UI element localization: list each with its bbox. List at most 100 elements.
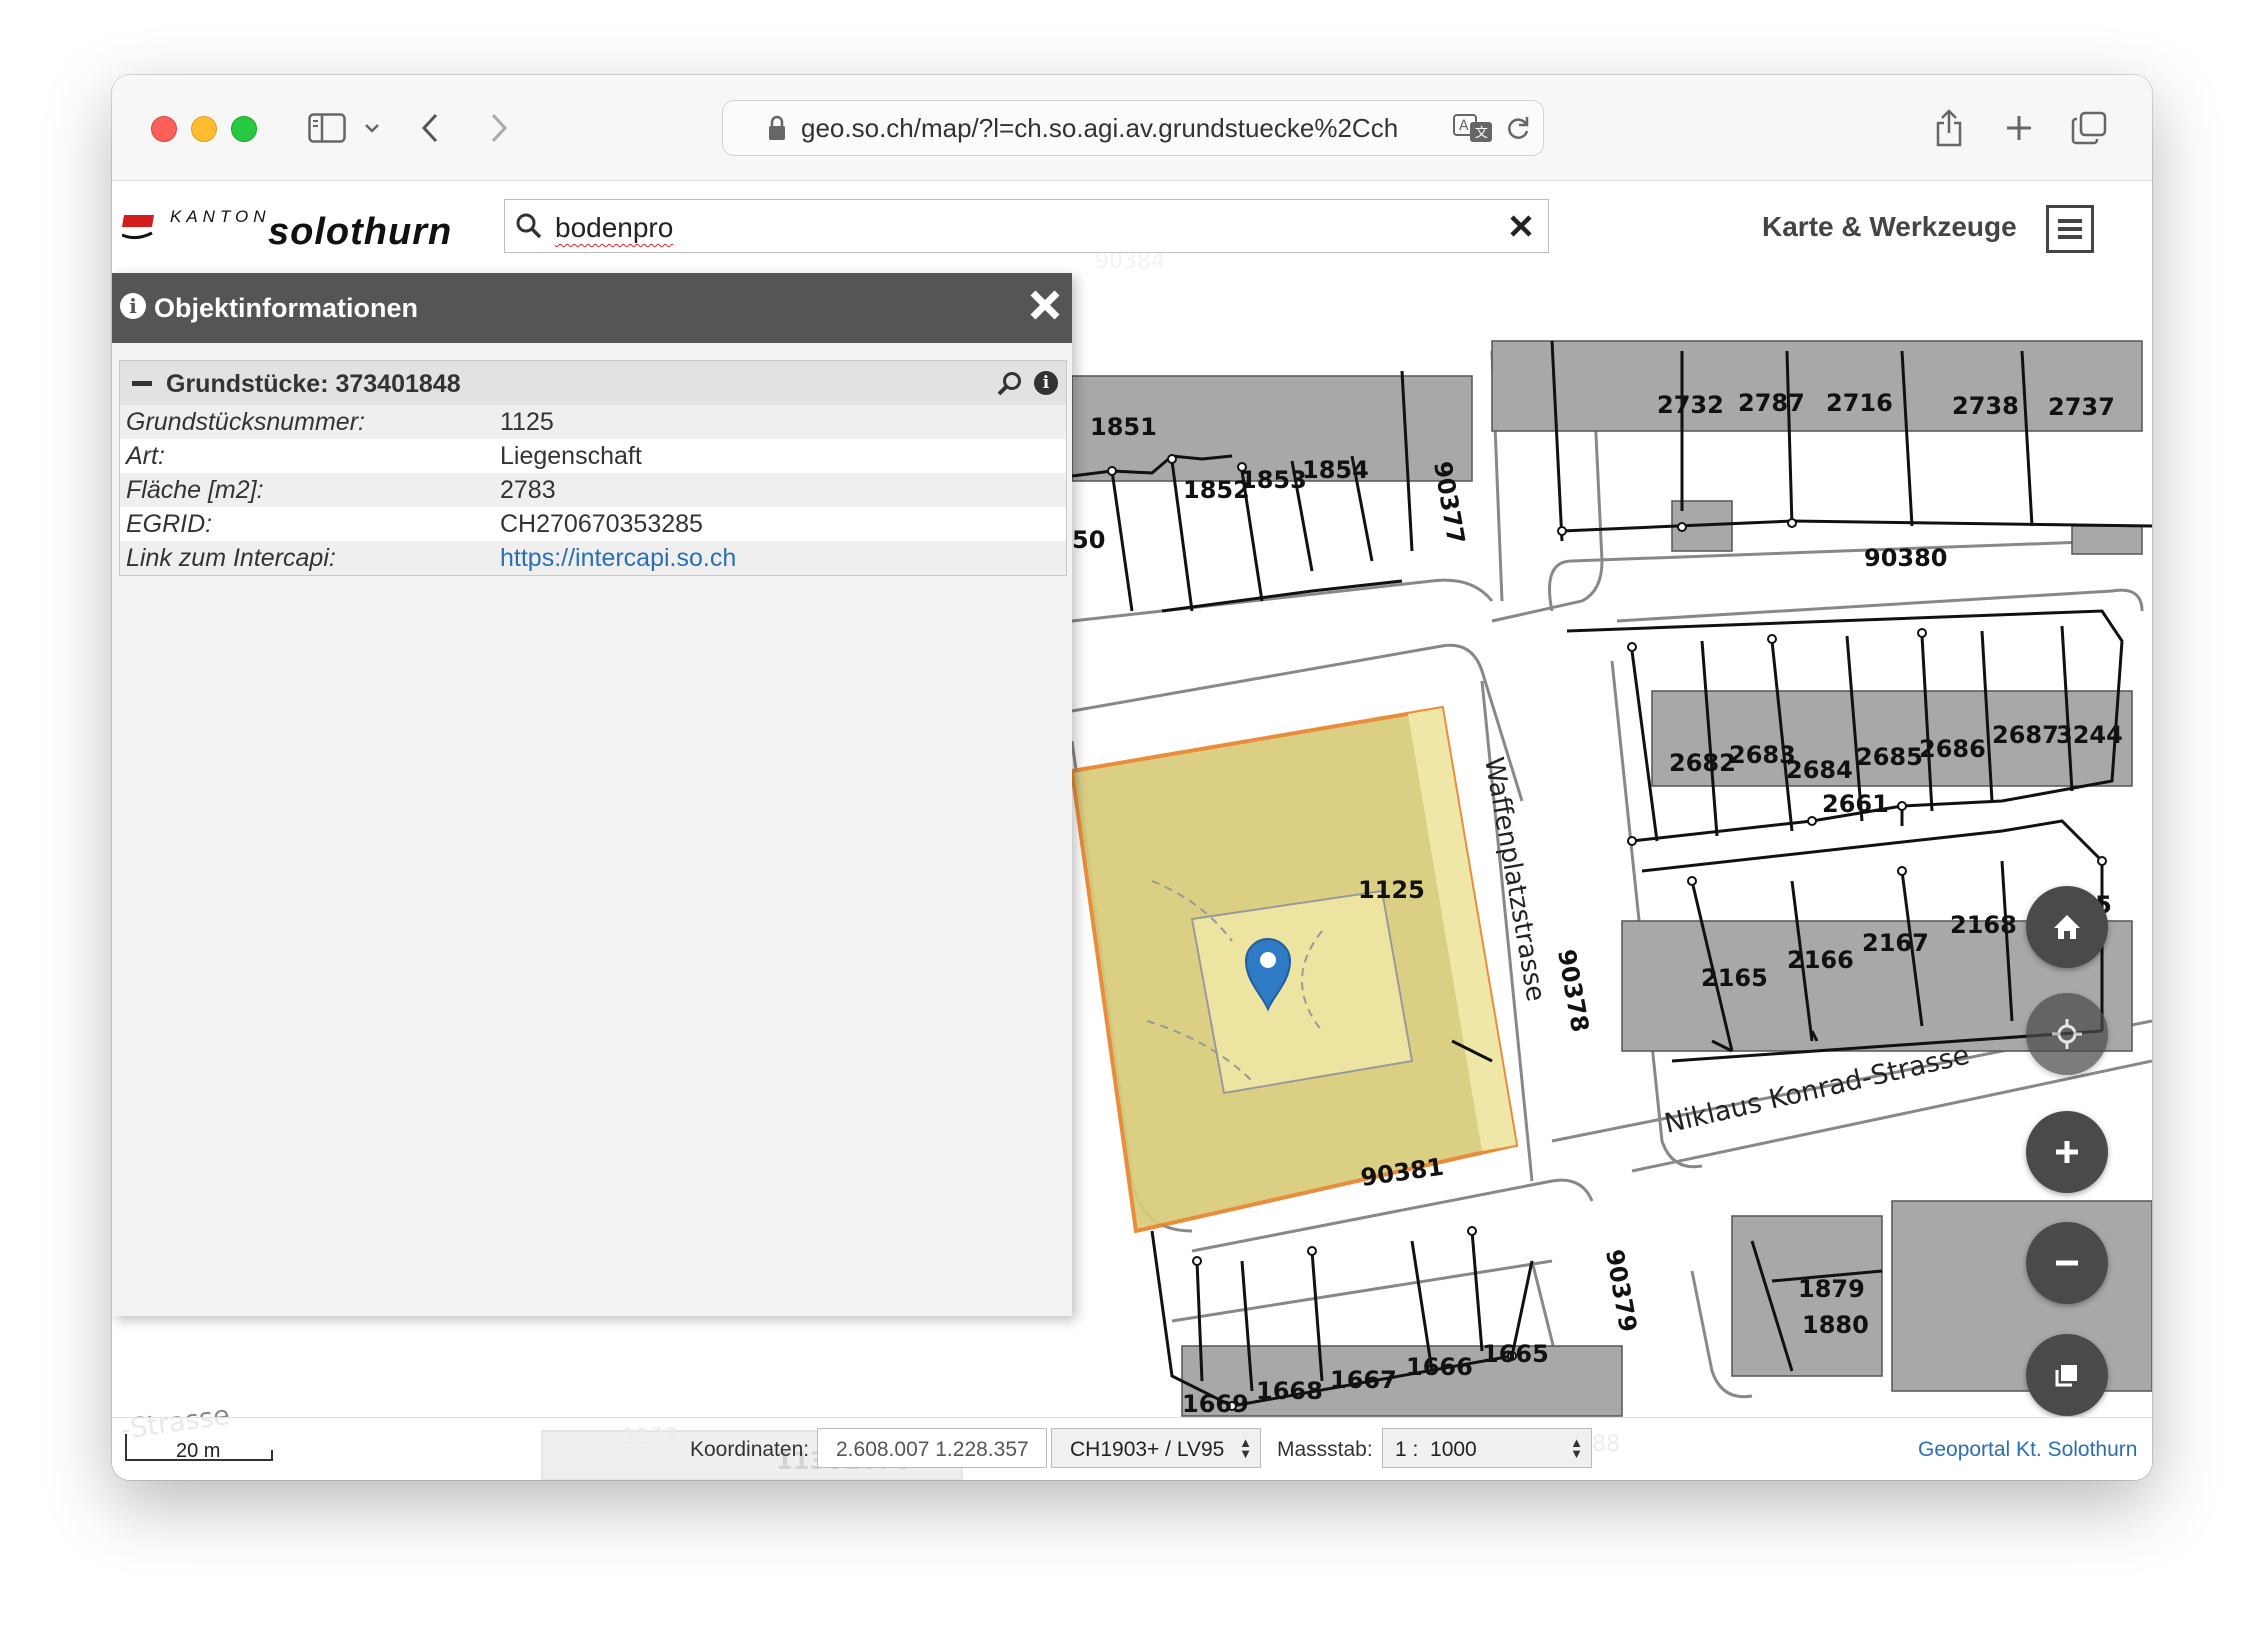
logo-name-text: solothurn [268, 211, 453, 253]
chevron-down-icon[interactable] [357, 103, 387, 153]
svg-text:A: A [1459, 118, 1469, 134]
table-row: EGRID: CH270670353285 [120, 507, 1066, 541]
svg-text:2165: 2165 [1701, 964, 1768, 992]
object-info-panel: i Objektinformationen Grundstücke: 37340… [112, 273, 1072, 1316]
kanton-solothurn-logo[interactable]: KANTON solothurn [122, 201, 482, 261]
row-value: CH270670353285 [500, 510, 703, 538]
layers-icon [2055, 1365, 2077, 1387]
svg-text:50: 50 [1072, 526, 1105, 554]
panel-title: Objektinformationen [154, 293, 419, 323]
svg-text:1667: 1667 [1330, 1366, 1397, 1394]
svg-text:1669: 1669 [1182, 1390, 1249, 1418]
search-field[interactable]: bodenpro [504, 199, 1549, 253]
logo-flag-icon [122, 215, 154, 240]
coordinates-value: 2.608.007 1.228.357 [836, 1438, 1029, 1461]
zoom-to-icon[interactable] [997, 371, 1023, 397]
background-layer-button[interactable] [2026, 1334, 2108, 1416]
coordinates-field[interactable]: 2.608.007 1.228.357 [817, 1428, 1047, 1468]
svg-text:1880: 1880 [1802, 1311, 1869, 1339]
svg-text:2687: 2687 [1992, 721, 2059, 749]
svg-text:2685: 2685 [1856, 743, 1923, 771]
svg-text:1668: 1668 [1256, 1377, 1323, 1405]
geoportal-link[interactable]: Geoportal Kt. Solothurn [1918, 1438, 2137, 1462]
browser-window: geo.so.ch/map/?l=ch.so.agi.av.grundstuec… [112, 75, 2152, 1480]
result-title: Grundstücke: 373401848 [166, 370, 461, 398]
result-rows: Grundstücksnummer: 1125 Art: Liegenschaf… [120, 405, 1066, 575]
logo-kanton-text: KANTON [170, 207, 271, 226]
svg-text:1125: 1125 [1358, 876, 1425, 904]
collapse-icon[interactable] [132, 381, 152, 386]
tab-overview-icon[interactable] [2064, 103, 2114, 153]
share-icon[interactable] [1924, 103, 1974, 153]
svg-text:1879: 1879 [1798, 1275, 1865, 1303]
new-tab-icon[interactable] [1994, 103, 2044, 153]
scale-select[interactable]: 1 : 1000 ▲ ▼ [1382, 1428, 1592, 1468]
locate-button[interactable] [2026, 993, 2108, 1075]
svg-text:文: 文 [1475, 126, 1488, 141]
address-bar[interactable]: geo.so.ch/map/?l=ch.so.agi.av.grundstuec… [722, 100, 1544, 156]
map-tools-label[interactable]: Karte & Werkzeuge [1762, 211, 2017, 243]
coordinates-label: Koordinaten: [690, 1438, 810, 1461]
close-window-button[interactable] [151, 116, 177, 142]
svg-text:2166: 2166 [1787, 946, 1854, 974]
url-text: geo.so.ch/map/?l=ch.so.agi.av.grundstuec… [801, 113, 1399, 143]
minus-icon [2056, 1260, 2078, 1266]
zoom-window-button[interactable] [231, 116, 257, 142]
info-circle-icon[interactable]: i [1034, 371, 1058, 395]
crs-select[interactable]: CH1903+ / LV95 ▲ ▼ [1051, 1428, 1261, 1468]
result-table: Grundstücke: 373401848 i Grundstücksnumm… [119, 360, 1067, 576]
svg-text:2716: 2716 [1826, 389, 1893, 417]
svg-text:2167: 2167 [1862, 929, 1929, 957]
row-value: 2783 [500, 476, 556, 504]
svg-text:1851: 1851 [1090, 413, 1157, 441]
plus-icon [2056, 1141, 2078, 1163]
svg-text:2787: 2787 [1738, 389, 1805, 417]
svg-text:2684: 2684 [1786, 756, 1853, 784]
crosshair-icon [2052, 1019, 2082, 1049]
translate-icon[interactable]: A文 [1453, 113, 1493, 148]
svg-text:1854: 1854 [1302, 456, 1369, 484]
home-icon [2054, 915, 2080, 939]
svg-text:90380: 90380 [1864, 544, 1948, 572]
search-input[interactable]: bodenpro [555, 212, 673, 244]
row-key: Fläche [m2]: [126, 476, 264, 504]
svg-text:1666: 1666 [1406, 1353, 1473, 1381]
map-footer: 20 m Koordinaten: 2.608.007 1.228.357 CH… [112, 1417, 2152, 1480]
row-key: Art: [126, 442, 165, 470]
svg-text:2686: 2686 [1919, 735, 1986, 763]
search-icon [516, 213, 542, 239]
zoom-out-button[interactable] [2026, 1222, 2108, 1304]
hamburger-menu-icon[interactable] [2046, 205, 2094, 253]
table-row: Link zum Intercapi: https://intercapi.so… [120, 541, 1066, 575]
forward-button[interactable] [474, 103, 524, 153]
row-value: Liegenschaft [500, 442, 642, 470]
home-button[interactable] [2026, 886, 2108, 968]
sidebar-toggle-icon[interactable] [302, 103, 352, 153]
svg-text:1665: 1665 [1482, 1340, 1549, 1368]
table-row: Grundstücksnummer: 1125 [120, 405, 1066, 439]
svg-text:2738: 2738 [1952, 392, 2019, 420]
svg-text:2661: 2661 [1822, 790, 1889, 818]
crs-value: CH1903+ / LV95 [1070, 1438, 1225, 1461]
panel-header: i Objektinformationen [112, 273, 1072, 343]
back-button[interactable] [405, 103, 455, 153]
intercapi-link[interactable]: https://intercapi.so.ch [500, 544, 736, 573]
svg-text:2682: 2682 [1669, 749, 1736, 777]
minimize-window-button[interactable] [191, 116, 217, 142]
browser-toolbar: geo.so.ch/map/?l=ch.so.agi.av.grundstuec… [112, 75, 2152, 181]
svg-text:2168: 2168 [1950, 911, 2017, 939]
row-key: Grundstücksnummer: [126, 408, 365, 436]
zoom-in-button[interactable] [2026, 1111, 2108, 1193]
scale-bar-label: 20 m [176, 1440, 221, 1462]
row-value: 1125 [500, 408, 554, 436]
svg-text:2737: 2737 [2048, 393, 2115, 421]
svg-text:2732: 2732 [1657, 391, 1724, 419]
select-arrows-icon: ▲ ▼ [1239, 1435, 1252, 1461]
close-panel-icon[interactable] [1027, 287, 1063, 323]
result-header[interactable]: Grundstücke: 373401848 i [120, 361, 1066, 405]
app-header: KANTON solothurn bodenpro Karte & Werkze… [112, 181, 2152, 273]
web-content: 2732 2787 2716 2738 2737 1851 1852 1853 … [112, 181, 2152, 1480]
reload-icon[interactable] [1505, 114, 1531, 147]
row-key: EGRID: [126, 510, 213, 538]
clear-search-icon[interactable] [1509, 214, 1533, 238]
